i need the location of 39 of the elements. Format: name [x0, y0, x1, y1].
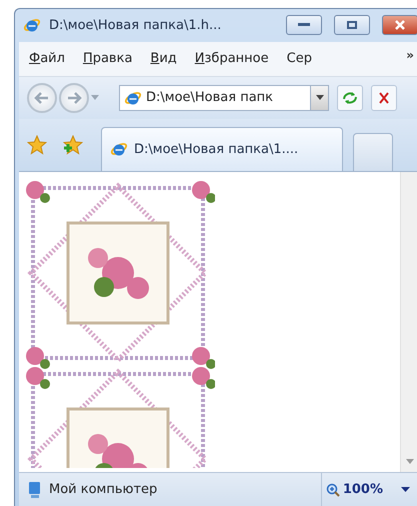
address-field[interactable]: D:\мое\Новая папк	[146, 90, 296, 106]
minimize-icon	[298, 23, 310, 28]
maximize-icon	[347, 21, 357, 30]
browser-logo-icon	[23, 16, 41, 34]
stop-button[interactable]	[371, 84, 397, 111]
stop-icon	[379, 92, 389, 104]
menu-item[interactable]: Избранное	[194, 51, 269, 66]
address-dropdown-button[interactable]	[310, 86, 328, 110]
zoom-icon	[326, 482, 340, 497]
window-title: D:\мое\Новая папка\1.h...	[49, 18, 222, 33]
refresh-button[interactable]	[337, 84, 363, 111]
menu-item[interactable]: Файл	[29, 51, 65, 66]
add-favorite-icon[interactable]	[63, 134, 83, 155]
menu-item[interactable]: Правка	[82, 51, 132, 66]
browser-logo-icon	[110, 140, 128, 158]
close-icon	[395, 20, 405, 30]
more-menu-chevron[interactable]: »	[406, 48, 414, 62]
close-button[interactable]	[382, 15, 417, 36]
menu-item[interactable]: Вид	[150, 51, 177, 66]
maximize-button[interactable]	[334, 15, 370, 36]
forward-button[interactable]	[59, 82, 89, 113]
caret-icon	[316, 95, 324, 100]
back-button[interactable]	[27, 82, 57, 113]
refresh-icon	[342, 90, 358, 105]
menu-item[interactable]: Сер	[286, 51, 312, 66]
computer-icon	[27, 480, 43, 499]
back-arrow-icon	[34, 92, 50, 104]
vertical-scrollbar[interactable]	[400, 172, 417, 472]
browser-tab[interactable]	[353, 132, 393, 171]
zoom-level-button[interactable]: 100%	[320, 472, 387, 506]
history-caret-icon[interactable]	[91, 95, 99, 100]
security-zone-label: Мой компьютер	[49, 482, 158, 498]
address-bar[interactable]: D:\мое\Новая папк	[119, 84, 329, 111]
forward-arrow-icon	[66, 92, 82, 104]
favorites-star-icon[interactable]	[27, 134, 47, 155]
caret-icon	[401, 487, 410, 492]
minimize-button[interactable]	[286, 15, 322, 36]
browser-tab[interactable]: D:\мое\Новая папка\1....	[101, 126, 343, 171]
scroll-down-icon[interactable]	[406, 458, 414, 464]
